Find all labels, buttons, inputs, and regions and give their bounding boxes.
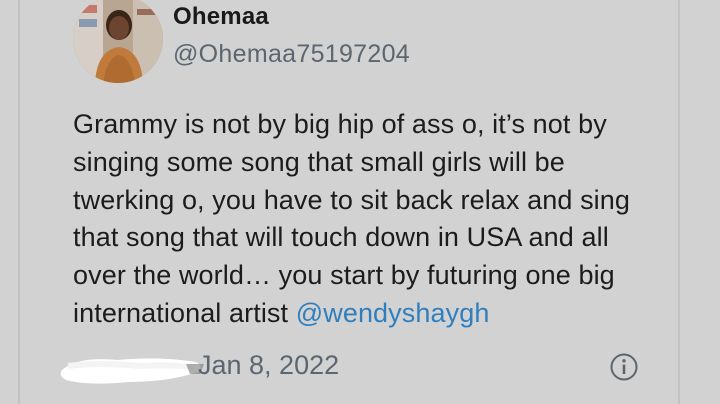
tweet-text-line: over the world… you start by futuring on… xyxy=(73,260,615,291)
author-name[interactable]: Ohemaa xyxy=(173,3,269,31)
tweet-text-line: international artist @wendyshaygh xyxy=(73,295,673,333)
info-circle-icon xyxy=(610,353,638,381)
tweet-text-line-start: international artist xyxy=(73,297,296,328)
avatar[interactable] xyxy=(73,0,163,83)
redaction-scribble xyxy=(58,352,208,388)
profile-photo-icon xyxy=(73,0,163,83)
tweet-text: Grammy is not by big hip of ass o, it’s … xyxy=(73,106,673,333)
tweet-text-line: twerking o, you have to sit back relax a… xyxy=(73,184,630,215)
info-button[interactable] xyxy=(609,352,639,382)
tweet-text-line: that song that will touch down in USA an… xyxy=(73,222,609,253)
tweet-text-line: Grammy is not by big hip of ass o, it’s … xyxy=(73,109,607,139)
tweet-date[interactable]: Jan 8, 2022 xyxy=(198,350,339,381)
mention-link[interactable]: @wendyshaygh xyxy=(296,298,490,328)
tweet-card: Ohemaa @Ohemaa75197204 Grammy is not by … xyxy=(0,0,720,404)
screenshot-frame: Ohemaa @Ohemaa75197204 Grammy is not by … xyxy=(0,0,720,404)
tweet-text-line: singing some song that small girls will … xyxy=(73,146,565,177)
author-handle[interactable]: @Ohemaa75197204 xyxy=(173,40,410,69)
redaction-mark-icon xyxy=(60,358,204,384)
